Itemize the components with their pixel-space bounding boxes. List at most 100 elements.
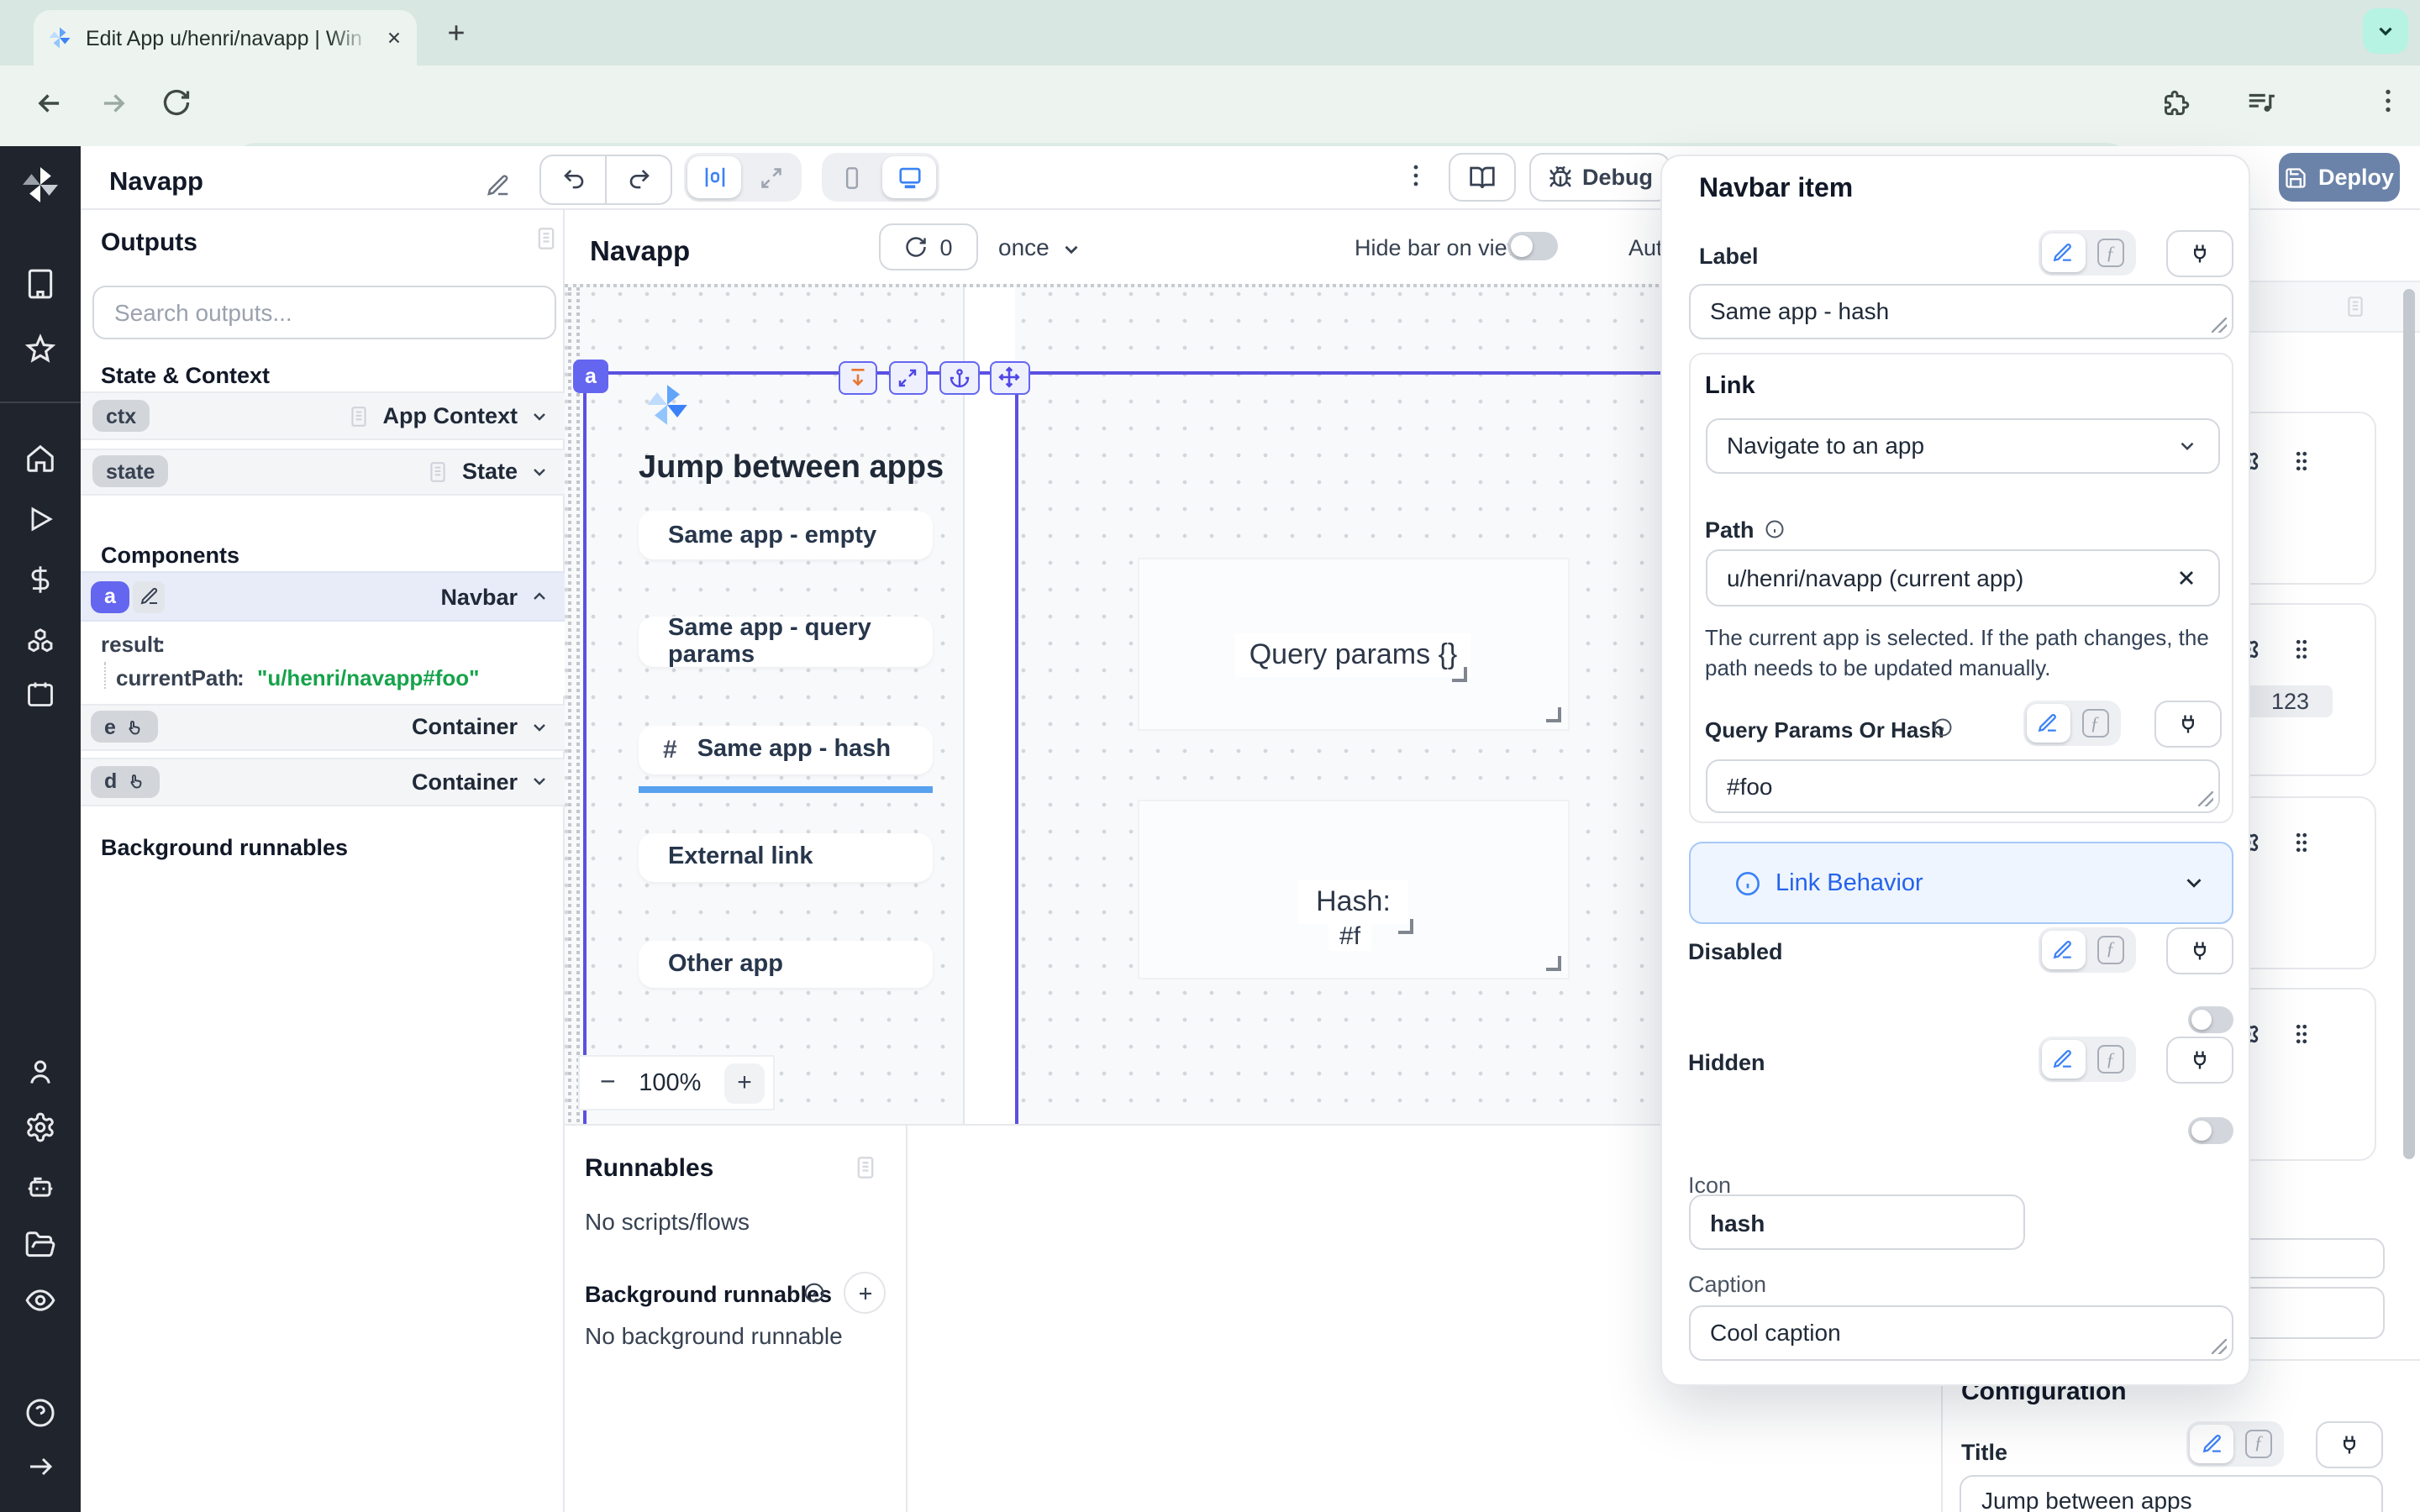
runnables-doc-icon[interactable]	[854, 1153, 877, 1180]
tab-close-icon[interactable]	[385, 29, 403, 47]
zoom-in-button[interactable]: +	[724, 1063, 765, 1103]
runs-play-icon[interactable]	[25, 504, 55, 534]
chevron-down-icon[interactable]	[529, 406, 550, 426]
code-mode-button[interactable]: ƒ	[2237, 1424, 2281, 1462]
back-icon[interactable]	[34, 87, 66, 118]
static-mode-button[interactable]	[2026, 704, 2070, 743]
outputs-doc-icon[interactable]	[534, 225, 558, 252]
path-input[interactable]: u/henri/navapp (current app)	[1705, 549, 2219, 606]
resize-corner[interactable]	[1546, 706, 1561, 722]
docs-button[interactable]	[1449, 153, 1516, 202]
rename-pencil-chip[interactable]	[133, 580, 165, 612]
static-mode-button[interactable]	[2042, 234, 2086, 272]
hide-bar-toggle[interactable]	[1507, 231, 1558, 260]
title-connect-button[interactable]	[2316, 1420, 2383, 1467]
schedules-calendar-icon[interactable]	[25, 679, 55, 709]
centered-layout-button[interactable]	[687, 156, 741, 198]
code-mode-button[interactable]: ƒ	[2073, 704, 2117, 743]
audit-eye-icon[interactable]	[24, 1284, 56, 1316]
static-mode-button[interactable]	[2042, 1040, 2086, 1079]
topbar-kebab-icon[interactable]	[1402, 160, 1430, 189]
link-behavior-collapsible[interactable]: Link Behavior	[1688, 842, 2233, 924]
nav-item-query-params[interactable]: Same app - query params	[638, 617, 933, 666]
label-connect-button[interactable]	[2165, 230, 2233, 277]
edit-title-pencil-icon[interactable]	[486, 172, 511, 197]
undo-button[interactable]	[541, 155, 607, 202]
clear-x-icon[interactable]	[2174, 566, 2197, 590]
link-kind-select[interactable]: Navigate to an app	[1705, 417, 2219, 474]
tab-search-button[interactable]	[2363, 8, 2408, 54]
disabled-toggle[interactable]	[2188, 1005, 2233, 1032]
component-row-d[interactable]: d Container	[81, 758, 565, 806]
textarea-resize-grip[interactable]	[2211, 318, 2226, 333]
refresh-count-button[interactable]: 0	[879, 223, 978, 270]
card-grip-icon[interactable]	[2289, 448, 2314, 473]
new-tab-icon[interactable]	[444, 20, 469, 45]
home-icon[interactable]	[24, 443, 56, 475]
settings-doc-icon[interactable]	[2344, 293, 2366, 318]
favorites-star-icon[interactable]	[24, 333, 56, 365]
hidden-toggle[interactable]	[2188, 1117, 2233, 1144]
move-button[interactable]	[990, 360, 1029, 395]
resize-corner[interactable]	[1452, 666, 1467, 681]
redo-button[interactable]	[607, 155, 671, 202]
static-mode-button[interactable]	[2190, 1424, 2233, 1462]
resources-boxes-icon[interactable]	[24, 625, 56, 657]
windmill-logo[interactable]	[17, 160, 64, 207]
expand-rail-arrow-icon[interactable]	[25, 1452, 55, 1482]
code-mode-button[interactable]: ƒ	[2089, 930, 2133, 969]
resize-corner[interactable]	[1546, 955, 1561, 970]
deploy-button[interactable]: Deploy	[2279, 153, 2400, 202]
nav-item-other-app[interactable]: Other app	[638, 940, 933, 988]
panel-scrollbar[interactable]	[2403, 289, 2415, 1159]
extensions-puzzle-icon[interactable]	[2160, 87, 2190, 118]
chevron-down-icon[interactable]	[529, 717, 550, 738]
help-icon[interactable]	[24, 1397, 56, 1429]
chevron-up-icon[interactable]	[529, 586, 550, 606]
hash-box[interactable]: Hash: #f	[1137, 799, 1570, 979]
browser-tab[interactable]: Edit App u/henri/navapp | Win	[34, 10, 417, 66]
forward-icon[interactable]	[97, 87, 129, 118]
icon-input[interactable]: hash	[1688, 1194, 2024, 1250]
runnables-divider[interactable]	[905, 1125, 907, 1512]
mobile-view-button[interactable]	[825, 156, 879, 198]
component-id-badge[interactable]: a	[573, 359, 608, 392]
browser-menu-kebab-icon[interactable]	[2373, 86, 2403, 116]
query-input[interactable]: #foo	[1705, 759, 2219, 812]
label-input[interactable]: Same app - hash	[1688, 283, 2233, 339]
settings-gear-icon[interactable]	[24, 1111, 56, 1143]
chevron-down-icon[interactable]	[529, 772, 550, 792]
nav-item-external-link[interactable]: External link	[638, 832, 933, 881]
resize-corner[interactable]	[1398, 918, 1413, 933]
add-background-runnable-button[interactable]	[844, 1272, 886, 1314]
expand-down-button[interactable]	[838, 360, 877, 395]
query-connect-button[interactable]	[2154, 701, 2221, 748]
chevron-down-icon[interactable]	[529, 461, 550, 481]
fullscreen-layout-button[interactable]	[744, 156, 798, 198]
title-input[interactable]: Jump between apps	[1960, 1474, 2383, 1512]
nav-item-same-app-hash[interactable]: # Same app - hash	[638, 725, 933, 774]
output-row-state[interactable]: state State	[81, 448, 565, 495]
card-grip-icon[interactable]	[2289, 637, 2314, 662]
folders-icon[interactable]	[24, 1228, 56, 1260]
run-mode-select[interactable]: once	[998, 234, 1050, 260]
zoom-out-button[interactable]: −	[600, 1068, 616, 1098]
reload-icon[interactable]	[161, 87, 192, 117]
debug-button[interactable]: Debug	[1529, 153, 1670, 202]
left-resize-gutter[interactable]	[568, 286, 580, 1126]
component-row-e[interactable]: e Container	[81, 703, 565, 751]
component-row-navbar[interactable]: a Navbar	[81, 571, 565, 622]
card-grip-icon[interactable]	[2289, 830, 2314, 855]
workers-robot-icon[interactable]	[24, 1170, 56, 1202]
info-icon[interactable]	[1932, 717, 1952, 738]
search-outputs-input[interactable]: Search outputs...	[92, 286, 556, 339]
card-grip-icon[interactable]	[2289, 1021, 2314, 1047]
textarea-resize-grip[interactable]	[2211, 1339, 2226, 1354]
anchor-button[interactable]	[939, 360, 979, 395]
chevron-down-icon[interactable]	[1060, 239, 1082, 260]
output-row-ctx[interactable]: ctx App Context	[81, 391, 565, 440]
static-mode-button[interactable]	[2042, 930, 2086, 969]
desktop-view-button[interactable]	[882, 156, 936, 198]
media-queue-icon[interactable]	[2245, 87, 2277, 119]
apps-building-icon[interactable]	[24, 268, 56, 300]
